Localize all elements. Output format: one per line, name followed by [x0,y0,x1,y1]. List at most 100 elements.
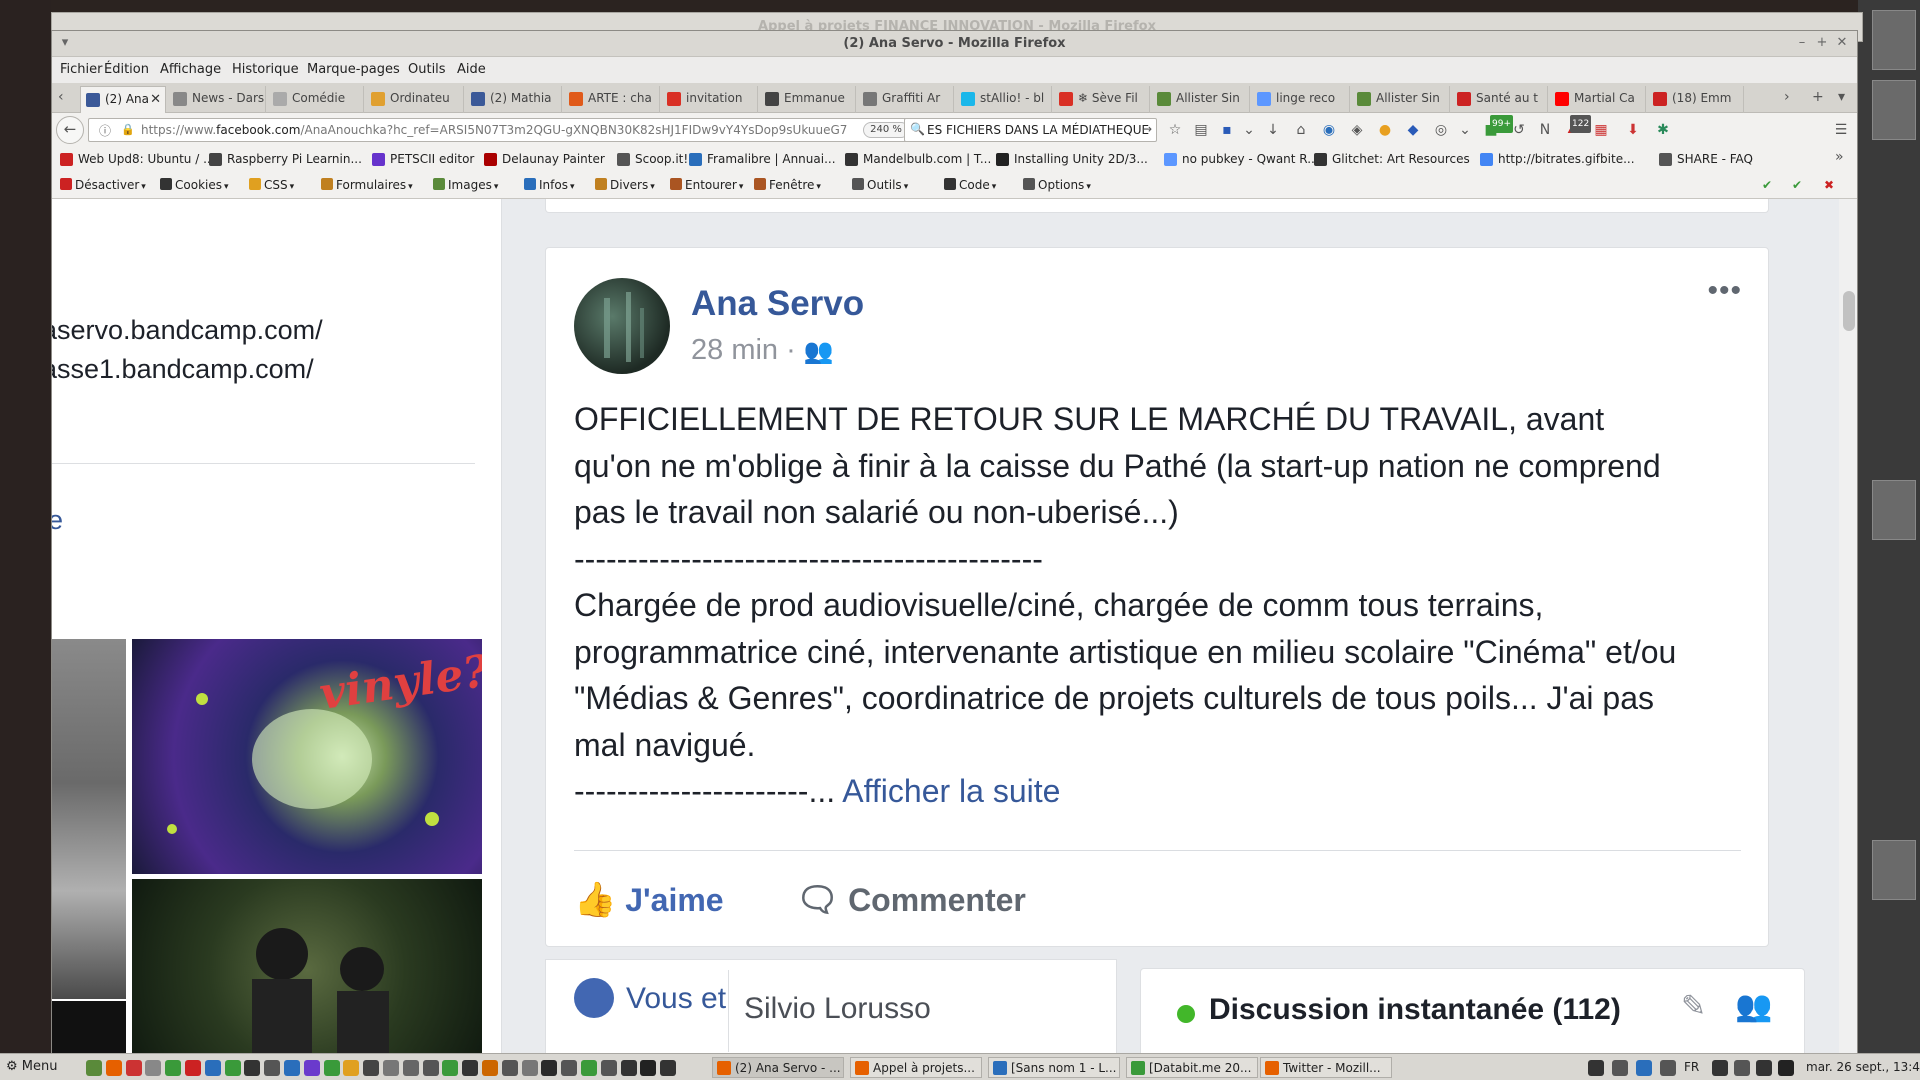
tab-10[interactable]: stAllio! - bl [956,86,1052,113]
pocket-icon[interactable]: ⌄ [1240,121,1258,139]
tab-11[interactable]: ❄ Sève Fil [1054,86,1150,113]
close-window-button[interactable]: ✕ [1833,34,1851,52]
check-icon[interactable]: ✔ [1792,178,1802,192]
tray-icon[interactable] [1660,1060,1676,1076]
home-icon[interactable]: ⌂ [1292,121,1310,139]
tab-13[interactable]: linge reco [1252,86,1350,113]
save-icon[interactable]: ▪ [1218,121,1236,139]
back-button[interactable]: ← [56,116,84,144]
tab-8[interactable]: Emmanue [760,86,856,113]
launcher-icon[interactable] [640,1060,657,1076]
webdev-menu-item[interactable]: CSS ▾ [249,178,294,192]
minimize-button[interactable]: – [1793,34,1811,52]
addon-icon[interactable]: ✱ [1654,121,1672,139]
bookmark-item[interactable]: SHARE - FAQ [1659,152,1753,166]
downloads-icon[interactable]: ↓ [1264,121,1282,139]
launcher-icon[interactable] [323,1060,340,1076]
launcher-icon[interactable] [125,1060,142,1076]
search-go-icon[interactable]: → [1142,122,1152,136]
launcher-icon[interactable] [561,1060,578,1076]
launcher-icon[interactable] [402,1060,419,1076]
launcher-icon[interactable] [244,1060,261,1076]
launcher-icon[interactable] [105,1060,122,1076]
notepad-icon[interactable]: N [1536,121,1554,139]
vertical-scrollbar[interactable] [1839,199,1857,1059]
check-icon[interactable]: ✔ [1762,178,1772,192]
tab-6[interactable]: ARTE : cha [564,86,660,113]
menu-affichage[interactable]: Affichage [160,62,221,77]
bookmark-item[interactable]: Delaunay Painter [484,152,605,166]
taskbar-window-button[interactable]: Twitter - Mozill... [1260,1057,1392,1078]
compose-icon[interactable]: ✎ [1681,989,1706,1024]
see-more-link[interactable]: Afficher la suite [842,773,1060,809]
list-tabs-icon[interactable]: ▾ [1838,89,1845,105]
eye-icon[interactable]: ◎ [1432,121,1450,139]
chat-sidebar-bar[interactable]: Discussion instantanée (112) ✎ 👥 [1140,968,1805,1059]
grid-icon[interactable]: ▦ [1592,121,1610,139]
menu-marque-pages[interactable]: Marque-pages [307,62,400,77]
menu-edition[interactable]: Édition [104,62,149,77]
group-chat-icon[interactable]: 👥 [1735,989,1772,1024]
launcher-icon[interactable] [303,1060,320,1076]
tab-5[interactable]: (2) Mathia [466,86,562,113]
privacy-badger-icon[interactable]: ◆ [1404,121,1422,139]
keyboard-layout[interactable]: FR [1684,1060,1699,1074]
webdev-menu-item[interactable]: Images ▾ [433,178,498,192]
launcher-icon[interactable] [660,1060,677,1076]
chevron-down-icon[interactable]: ⌄ [1456,121,1474,139]
launcher-icon[interactable] [145,1060,162,1076]
launcher-icon[interactable] [185,1060,201,1076]
webdev-menu-item[interactable]: Infos ▾ [524,178,575,192]
webdev-menu-item[interactable]: Formulaires ▾ [321,178,413,192]
search-engine-icon[interactable]: 🔍 [910,122,925,136]
launcher-icon[interactable] [501,1060,518,1076]
launcher-icon[interactable] [343,1060,360,1076]
launcher-icon[interactable] [541,1060,558,1076]
mail-badge-icon[interactable]: ▰122 [1564,115,1592,139]
menu-fichier[interactable]: Fichier [60,62,103,77]
launcher-icon[interactable] [204,1060,221,1076]
photo-thumbnail[interactable] [52,639,126,999]
clock[interactable]: mar. 26 sept., 13:41 [1806,1060,1920,1074]
bookmark-item[interactable]: PETSCII editor [372,152,474,166]
tabs-scroll-left-icon[interactable]: ‹ [58,89,64,105]
launcher-icon[interactable] [86,1060,102,1076]
extension-icon[interactable]: ◉ [1320,121,1338,139]
url-bar[interactable]: ⓘ 🔒 https://www.facebook.com/AnaAnouchka… [88,118,930,142]
webdev-menu-item[interactable]: Code ▾ [944,178,996,192]
launcher-icon[interactable] [482,1060,498,1076]
tray-icon[interactable] [1612,1060,1628,1076]
launcher-icon[interactable] [224,1060,241,1076]
launcher-icon[interactable] [165,1060,182,1076]
zoom-indicator[interactable]: 240 % [863,122,909,138]
taskbar-window-button[interactable]: [Databit.me 20... [1126,1057,1258,1078]
launcher-icon[interactable] [620,1060,637,1076]
tab-14[interactable]: Allister Sin [1352,86,1450,113]
bookmark-item[interactable]: Glitchet: Art Resources [1314,152,1470,166]
tray-icon[interactable] [1756,1060,1772,1076]
menu-historique[interactable]: Historique [232,62,299,77]
bookmark-item[interactable]: Mandelbulb.com | T... [845,152,991,166]
webdev-menu-item[interactable]: Cookies ▾ [160,178,229,192]
more-bookmarks-icon[interactable]: » [1835,149,1844,165]
launcher-icon[interactable] [521,1060,538,1076]
menu-outils[interactable]: Outils [408,62,446,77]
tab-12[interactable]: Allister Sin [1152,86,1250,113]
menu-aide[interactable]: Aide [457,62,486,77]
tray-icon[interactable] [1712,1060,1728,1076]
like-button[interactable]: 👍 J'aime [574,880,724,920]
launcher-icon[interactable] [581,1060,597,1076]
scrollbar-thumb[interactable] [1843,291,1855,331]
bookmark-item[interactable]: http://bitrates.gifbite... [1480,152,1635,166]
download-manager-icon[interactable]: ⬇ [1624,121,1642,139]
author-avatar[interactable] [574,278,670,374]
tray-icon[interactable] [1588,1060,1604,1076]
bandcamp-link[interactable]: asse1.bandcamp.com/ [52,354,314,385]
close-tab-icon[interactable]: ✕ [150,92,161,107]
launcher-icon[interactable] [284,1060,300,1076]
tab-7[interactable]: invitation [662,86,758,113]
author-name[interactable]: Ana Servo [691,284,864,324]
bookmark-item[interactable]: Web Upd8: Ubuntu / ... [60,152,215,166]
more-options-icon[interactable]: ••• [1707,274,1742,308]
launcher-icon[interactable] [383,1060,399,1076]
